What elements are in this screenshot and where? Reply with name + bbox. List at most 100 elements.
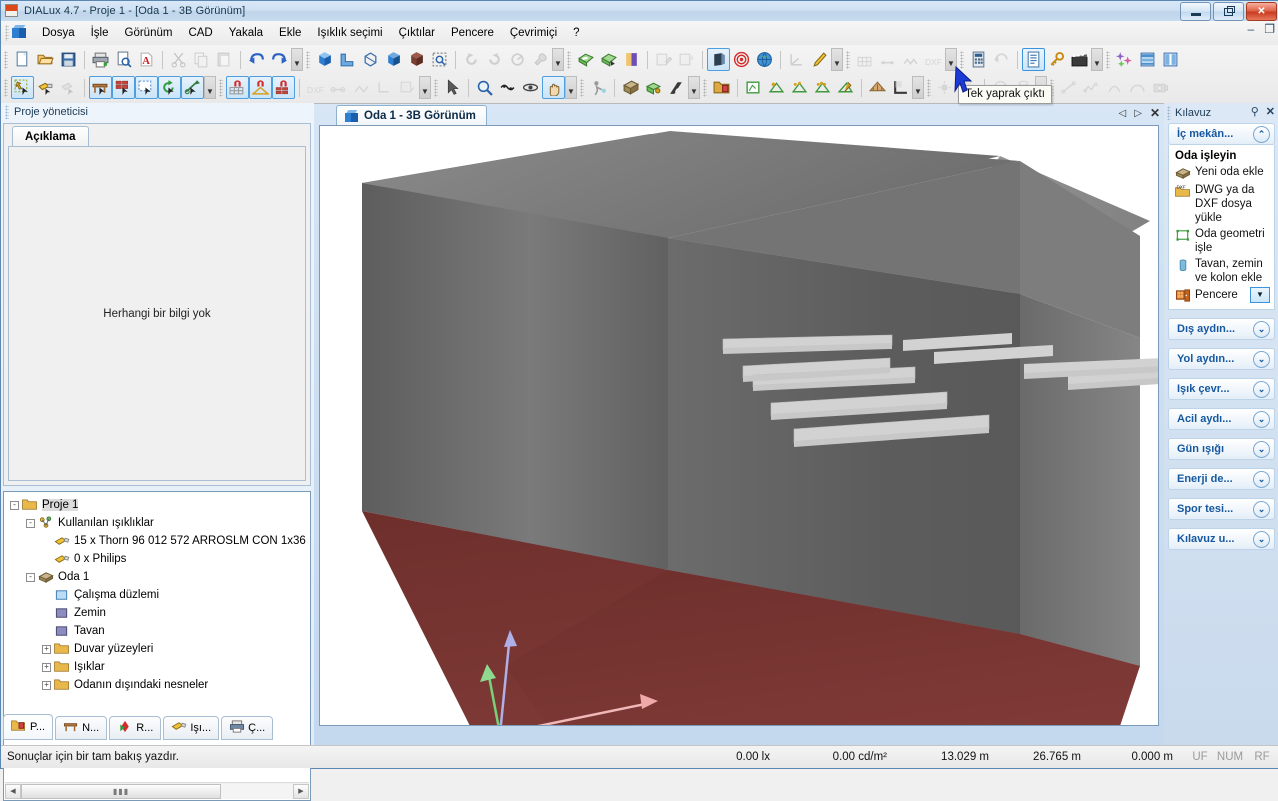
tab-aciklama[interactable]: Açıklama <box>12 126 89 147</box>
material-icon[interactable] <box>707 48 730 71</box>
panel-tab-3[interactable]: Işı... <box>163 716 220 740</box>
export-pdf-icon[interactable]: A <box>135 48 158 71</box>
tree-item[interactable]: Çalışma düzlemi <box>4 586 310 604</box>
snap-dxf-icon[interactable]: DXF <box>304 76 327 99</box>
menu-item-yakala[interactable]: Yakala <box>221 24 271 42</box>
arrow-select-icon[interactable] <box>441 76 464 99</box>
zoom-window-icon[interactable] <box>428 48 451 71</box>
tree-expander[interactable]: - <box>10 500 19 510</box>
tree-item[interactable]: + Işıklar <box>4 658 310 676</box>
panel-tab-0[interactable]: P... <box>3 714 54 740</box>
surface-new-icon[interactable] <box>742 76 765 99</box>
rotate-pick-icon[interactable] <box>158 76 181 99</box>
menu-item-isiklik-secimi[interactable]: Işıklık seçimi <box>309 24 390 42</box>
guide-group-header[interactable]: Spor tesi... ⌄ <box>1168 498 1275 520</box>
chevron-down-icon[interactable]: ⌄ <box>1253 380 1270 398</box>
toolbar-grip[interactable] <box>846 50 850 69</box>
toolbar-grip[interactable] <box>580 78 584 97</box>
select-object-icon[interactable] <box>11 76 34 99</box>
measure-dxf-icon[interactable]: DXF <box>922 48 945 71</box>
view-3d-icon[interactable] <box>313 48 336 71</box>
area-pick-icon[interactable] <box>135 76 158 99</box>
menu-grip[interactable] <box>5 25 9 41</box>
guide-groups-scroll[interactable]: İç mekân... ⌃ Oda işleyin Yeni oda ekle DXF D… <box>1164 123 1278 748</box>
settings-wrench-icon[interactable] <box>529 48 552 71</box>
chevron-down-icon[interactable]: ▼ <box>1250 287 1270 303</box>
guide-action-item[interactable]: Yeni oda ekle <box>1175 165 1270 181</box>
mdi-minimize-button[interactable]: – <box>1248 23 1255 35</box>
columns-icon[interactable] <box>1159 48 1182 71</box>
rotate-right-icon[interactable] <box>483 48 506 71</box>
magnet-wall-icon[interactable] <box>272 76 295 99</box>
tree-item[interactable]: - Proje 1 <box>4 496 310 514</box>
tree-expander[interactable]: + <box>42 662 51 672</box>
light-pen-icon[interactable] <box>808 48 831 71</box>
menu-item-gorunum[interactable]: Görünüm <box>117 24 181 42</box>
chevron-down-icon[interactable]: ⌄ <box>1253 320 1270 338</box>
orbit-icon[interactable] <box>519 76 542 99</box>
close-button[interactable]: ✕ <box>1246 2 1277 21</box>
toolbar-overflow-button[interactable]: ▼ <box>204 76 216 99</box>
guide-group-header[interactable]: Yol aydın... ⌄ <box>1168 348 1275 370</box>
chevron-down-icon[interactable]: ⌄ <box>1253 530 1270 548</box>
guide-action-item[interactable]: DXF DWG ya da DXF dosya yükle <box>1175 183 1270 225</box>
chevron-down-icon[interactable]: ⌄ <box>1253 470 1270 488</box>
pin-icon[interactable]: ⚲ <box>1251 105 1259 118</box>
spline-icon[interactable] <box>1103 76 1126 99</box>
corner-icon[interactable] <box>889 76 912 99</box>
redo-icon[interactable] <box>268 48 291 71</box>
tree-item[interactable]: 0 x Philips <box>4 550 310 568</box>
zoom-icon[interactable] <box>473 76 496 99</box>
snap-endpoint-icon[interactable] <box>327 76 350 99</box>
zoom-magnifier-icon[interactable] <box>496 76 519 99</box>
maximize-button[interactable] <box>1213 2 1244 21</box>
luminaire-add-icon[interactable] <box>574 48 597 71</box>
menu-item-cad[interactable]: CAD <box>180 24 220 42</box>
guide-group-header[interactable]: Işık çevr... ⌄ <box>1168 378 1275 400</box>
toolbar-overflow-button[interactable]: ▼ <box>419 76 431 99</box>
magnet-grid-icon[interactable] <box>226 76 249 99</box>
dock-grip[interactable] <box>5 105 9 119</box>
guide-group-header-interior[interactable]: İç mekân... ⌃ <box>1168 123 1275 145</box>
single-page-output-icon[interactable] <box>1022 48 1045 71</box>
effects-icon[interactable] <box>1113 48 1136 71</box>
refresh-calc-icon[interactable] <box>990 48 1013 71</box>
furniture-pick-icon[interactable] <box>89 76 112 99</box>
toolbar-grip[interactable] <box>219 78 223 97</box>
surface-group2-icon[interactable] <box>811 76 834 99</box>
scroll-track[interactable] <box>221 783 293 799</box>
guide-action-item[interactable]: Pencere ▼ <box>1175 287 1270 303</box>
toolbar-grip[interactable] <box>434 78 438 97</box>
3d-room-scene[interactable] <box>320 126 1158 725</box>
street-icon[interactable] <box>665 76 688 99</box>
arc-icon[interactable] <box>1126 76 1149 99</box>
camera-icon[interactable] <box>1149 76 1172 99</box>
snap-midpoint-icon[interactable] <box>350 76 373 99</box>
object-new-icon[interactable] <box>675 48 698 71</box>
3d-viewport[interactable] <box>319 125 1159 726</box>
toolbar-overflow-button[interactable]: ▼ <box>291 48 303 71</box>
prev-document-button[interactable]: ◁ <box>1119 108 1127 119</box>
panel-tab-1[interactable]: N... <box>55 716 108 740</box>
measure-grid-icon[interactable] <box>853 48 876 71</box>
guide-group-header[interactable]: Enerji de... ⌄ <box>1168 468 1275 490</box>
scroll-right-arrow[interactable]: ▶ <box>293 783 309 799</box>
surface-angle-icon[interactable] <box>834 76 857 99</box>
rotate-left-icon[interactable] <box>460 48 483 71</box>
menu-item-cevrimici[interactable]: Çevrimiçi <box>502 24 565 42</box>
toolbar-overflow-button[interactable]: ▼ <box>831 48 843 71</box>
toolbar-grip[interactable] <box>927 78 931 97</box>
view-solid-icon[interactable] <box>382 48 405 71</box>
line-icon[interactable] <box>1057 76 1080 99</box>
view-plan-icon[interactable] <box>336 48 359 71</box>
guide-group-header[interactable]: Gün ışığı ⌄ <box>1168 438 1275 460</box>
rotate-reset-icon[interactable] <box>506 48 529 71</box>
snap-surface-icon[interactable] <box>396 76 419 99</box>
toolbar-grip[interactable] <box>306 50 310 69</box>
toolbar-overflow-button[interactable]: ▼ <box>1091 48 1103 71</box>
menu-item-help[interactable]: ? <box>565 24 587 42</box>
minimize-button[interactable] <box>1180 2 1211 21</box>
print-icon[interactable] <box>89 48 112 71</box>
tree-expander[interactable]: + <box>42 680 51 690</box>
toolbar-grip[interactable] <box>4 50 8 69</box>
